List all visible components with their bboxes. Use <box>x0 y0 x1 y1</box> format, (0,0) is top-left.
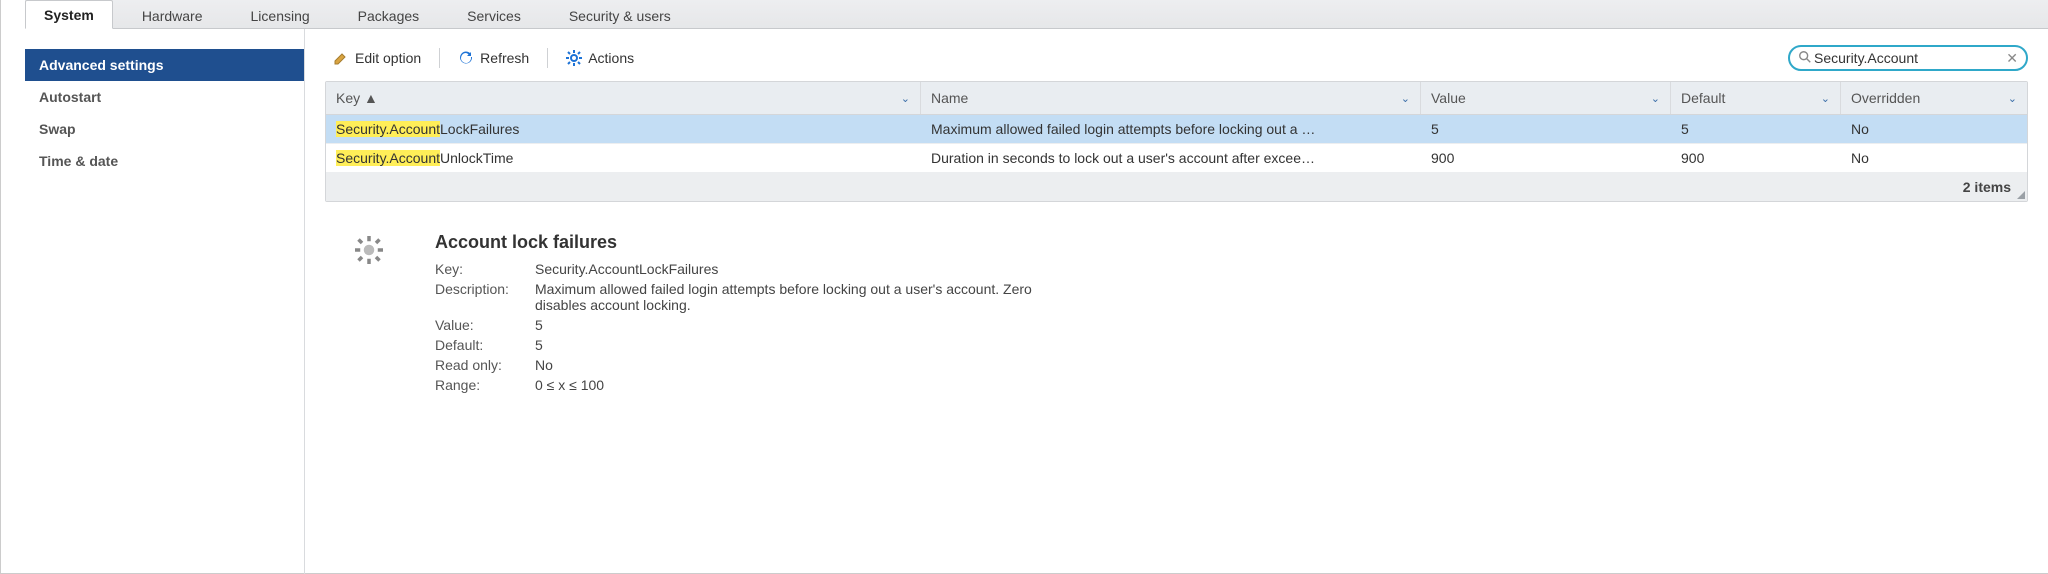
clear-search-icon[interactable]: ✕ <box>2006 50 2018 67</box>
label-default: Default: <box>435 337 535 353</box>
label-readonly: Read only: <box>435 357 535 373</box>
edit-option-button[interactable]: Edit option <box>325 46 429 70</box>
refresh-icon <box>458 50 474 66</box>
chevron-down-icon[interactable]: ⌄ <box>1401 92 1410 105</box>
col-header-overridden[interactable]: Overridden ⌄ <box>1841 82 2027 114</box>
cell-overridden: No <box>1841 144 2027 172</box>
toolbar: Edit option Refresh Actions <box>325 45 2028 71</box>
cell-key: Security.AccountUnlockTime <box>326 144 921 172</box>
pencil-icon <box>333 50 349 66</box>
tab-services[interactable]: Services <box>448 1 540 29</box>
col-header-value[interactable]: Value ⌄ <box>1421 82 1671 114</box>
cell-value: 900 <box>1421 144 1671 172</box>
label-range: Range: <box>435 377 535 393</box>
refresh-button[interactable]: Refresh <box>450 46 537 70</box>
settings-grid: Key ▲ ⌄ Name ⌄ Value ⌄ Default ⌄ <box>325 81 2028 202</box>
grid-footer: 2 items <box>326 173 2027 201</box>
col-header-key[interactable]: Key ▲ ⌄ <box>326 82 921 114</box>
value-key: Security.AccountLockFailures <box>535 261 718 277</box>
chevron-down-icon[interactable]: ⌄ <box>901 92 910 105</box>
search-icon <box>1798 50 1812 67</box>
sidebar-item-swap[interactable]: Swap <box>25 113 304 145</box>
tab-security-users[interactable]: Security & users <box>550 1 690 29</box>
cell-default: 5 <box>1671 115 1841 143</box>
value-readonly: No <box>535 357 553 373</box>
sidebar-item-time-date[interactable]: Time & date <box>25 145 304 177</box>
top-tabstrip: System Hardware Licensing Packages Servi… <box>25 0 2048 29</box>
col-header-name[interactable]: Name ⌄ <box>921 82 1421 114</box>
actions-label: Actions <box>588 50 634 66</box>
label-description: Description: <box>435 281 535 313</box>
value-default: 5 <box>535 337 543 353</box>
tab-hardware[interactable]: Hardware <box>123 1 222 29</box>
toolbar-separator <box>439 48 440 68</box>
cell-default: 900 <box>1671 144 1841 172</box>
gear-icon <box>566 50 582 66</box>
cell-overridden: No <box>1841 115 2027 143</box>
chevron-down-icon[interactable]: ⌄ <box>1821 92 1830 105</box>
sort-indicator: ▲ <box>364 90 378 106</box>
tab-packages[interactable]: Packages <box>339 1 438 29</box>
label-key: Key: <box>435 261 535 277</box>
value-range: 0 ≤ x ≤ 100 <box>535 377 604 393</box>
cell-key: Security.AccountLockFailures <box>326 115 921 143</box>
search-box[interactable]: ✕ <box>1788 45 2028 71</box>
cell-value: 5 <box>1421 115 1671 143</box>
tab-licensing[interactable]: Licensing <box>232 1 329 29</box>
cell-name: Maximum allowed failed login attempts be… <box>921 115 1421 143</box>
value-value: 5 <box>535 317 543 333</box>
detail-panel: Account lock failures Key:Security.Accou… <box>325 232 2028 397</box>
sidebar-item-autostart[interactable]: Autostart <box>25 81 304 113</box>
item-count: 2 items <box>1963 179 2011 195</box>
value-description: Maximum allowed failed login attempts be… <box>535 281 1055 313</box>
table-row[interactable]: Security.AccountUnlockTime Duration in s… <box>326 144 2027 173</box>
sidebar-item-advanced-settings[interactable]: Advanced settings <box>25 49 304 81</box>
actions-button[interactable]: Actions <box>558 46 642 70</box>
refresh-label: Refresh <box>480 50 529 66</box>
tab-system[interactable]: System <box>25 0 113 29</box>
chevron-down-icon[interactable]: ⌄ <box>1651 92 1660 105</box>
edit-option-label: Edit option <box>355 50 421 66</box>
detail-gear-icon <box>325 232 395 397</box>
grid-header: Key ▲ ⌄ Name ⌄ Value ⌄ Default ⌄ <box>326 82 2027 115</box>
sidebar: Advanced settings Autostart Swap Time & … <box>25 29 305 574</box>
label-value: Value: <box>435 317 535 333</box>
cell-name: Duration in seconds to lock out a user's… <box>921 144 1421 172</box>
table-row[interactable]: Security.AccountLockFailures Maximum all… <box>326 115 2027 144</box>
toolbar-separator <box>547 48 548 68</box>
col-header-default[interactable]: Default ⌄ <box>1671 82 1841 114</box>
detail-title: Account lock failures <box>435 232 1055 253</box>
chevron-down-icon[interactable]: ⌄ <box>2008 92 2017 105</box>
search-input[interactable] <box>1812 49 2006 67</box>
